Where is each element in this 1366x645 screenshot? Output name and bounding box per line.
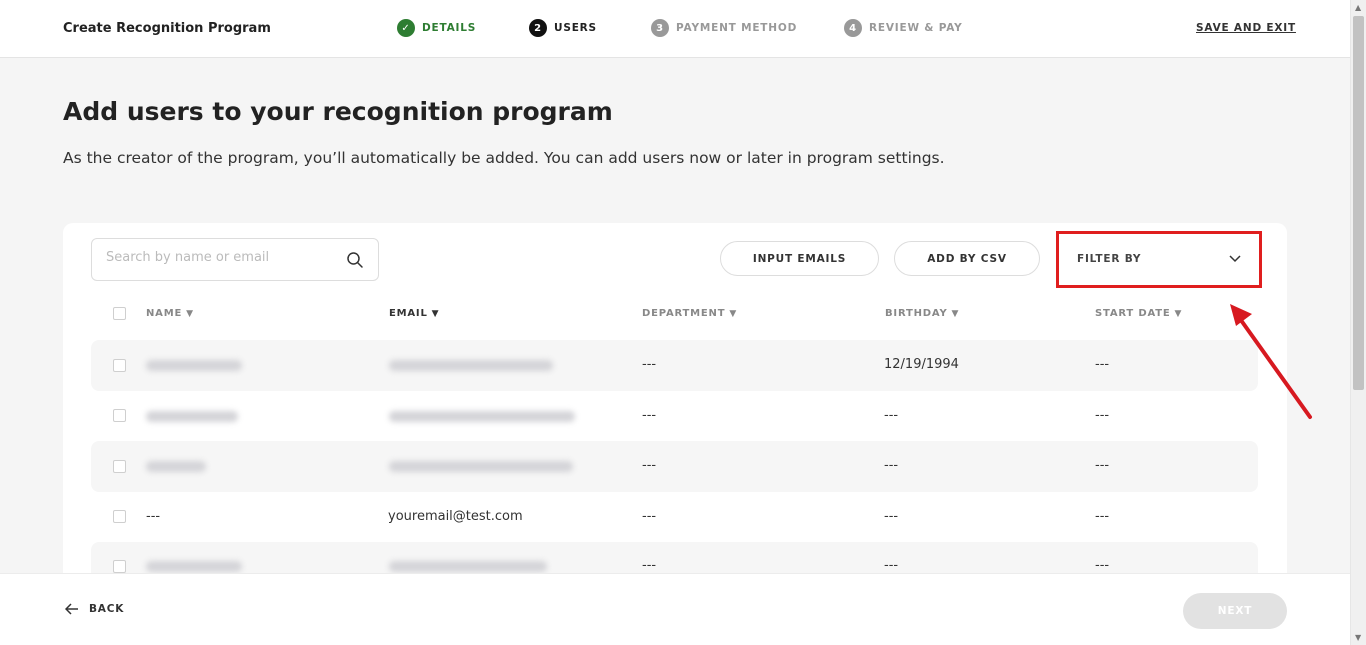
name-cell: --- (146, 509, 161, 524)
sort-caret-icon: ▼ (186, 308, 194, 319)
start-date-cell: --- (1095, 558, 1110, 573)
sort-caret-icon: ▼ (729, 308, 738, 319)
select-all-checkbox[interactable] (113, 307, 126, 320)
table-row[interactable] (91, 492, 1258, 543)
chevron-down-icon (1229, 255, 1241, 263)
page-title: Add users to your recognition program (63, 97, 613, 126)
table-row[interactable] (91, 340, 1258, 391)
annotation-arrow-icon (1230, 304, 1312, 419)
top-header: Create Recognition Program ✓ DETAILS 2 U… (0, 0, 1350, 58)
sort-caret-icon: ▼ (431, 308, 440, 319)
scroll-up-icon[interactable]: ▲ (1355, 3, 1361, 12)
department-cell: --- (642, 558, 657, 573)
birthday-cell: --- (884, 509, 899, 524)
scrollbar-thumb[interactable] (1353, 16, 1364, 390)
bottom-bar: BACK NEXT (0, 573, 1350, 645)
department-cell: --- (642, 458, 657, 473)
column-department-label: DEPARTMENT (642, 308, 726, 319)
step-review-label: REVIEW & PAY (869, 22, 963, 34)
back-label: BACK (89, 603, 125, 615)
sort-caret-icon: ▼ (1174, 308, 1183, 319)
row-checkbox[interactable] (113, 359, 126, 372)
birthday-cell: --- (884, 558, 899, 573)
users-card: INPUT EMAILS ADD BY CSV FILTER BY NAME▼ … (63, 223, 1287, 593)
filter-by-label: FILTER BY (1077, 253, 1142, 265)
step-users-label: USERS (554, 22, 597, 34)
column-email-label: EMAIL (389, 308, 428, 319)
column-start-date-header[interactable]: START DATE ▼ (1095, 308, 1182, 319)
start-date-cell: --- (1095, 458, 1110, 473)
filter-by-dropdown[interactable]: FILTER BY (1063, 237, 1257, 281)
page-subtitle: As the creator of the program, you’ll au… (63, 149, 945, 167)
step-number: 4 (844, 19, 862, 37)
app-title: Create Recognition Program (63, 21, 271, 36)
column-birthday-header[interactable]: BIRTHDAY ▼ (885, 308, 959, 319)
row-checkbox[interactable] (113, 409, 126, 422)
table-row[interactable] (91, 391, 1258, 442)
step-number: 2 (529, 19, 547, 37)
blurred-name (146, 411, 238, 422)
search-box[interactable] (91, 238, 379, 281)
step-payment-method: 3 PAYMENT METHOD (651, 19, 797, 37)
start-date-cell: --- (1095, 408, 1110, 423)
row-checkbox[interactable] (113, 560, 126, 573)
row-checkbox[interactable] (113, 460, 126, 473)
next-button[interactable]: NEXT (1183, 593, 1287, 629)
step-users[interactable]: 2 USERS (529, 19, 597, 37)
blurred-email (389, 360, 553, 371)
input-emails-button[interactable]: INPUT EMAILS (720, 241, 879, 276)
blurred-email (389, 461, 573, 472)
step-number: 3 (651, 19, 669, 37)
step-details-label: DETAILS (422, 22, 477, 34)
step-payment-label: PAYMENT METHOD (676, 22, 798, 34)
department-cell: --- (642, 408, 657, 423)
start-date-cell: --- (1095, 509, 1110, 524)
column-email-header[interactable]: EMAIL ▼ (389, 308, 439, 319)
column-start-date-label: START DATE (1095, 308, 1171, 319)
sort-caret-icon: ▼ (951, 308, 960, 319)
row-checkbox[interactable] (113, 510, 126, 523)
table-row[interactable] (91, 441, 1258, 492)
blurred-email (389, 411, 575, 422)
start-date-cell: --- (1095, 357, 1110, 372)
column-birthday-label: BIRTHDAY (885, 308, 948, 319)
page-scrollbar[interactable]: ▲ ▼ (1350, 0, 1366, 645)
birthday-cell: --- (884, 408, 899, 423)
add-by-csv-button[interactable]: ADD BY CSV (894, 241, 1040, 276)
check-icon: ✓ (397, 19, 415, 37)
department-cell: --- (642, 509, 657, 524)
blurred-name (146, 561, 242, 572)
department-cell: --- (642, 357, 657, 372)
step-review-pay: 4 REVIEW & PAY (844, 19, 963, 37)
step-details[interactable]: ✓ DETAILS (397, 19, 476, 37)
blurred-email (389, 561, 547, 572)
blurred-name (146, 461, 206, 472)
birthday-cell: 12/19/1994 (884, 357, 959, 372)
back-button[interactable]: BACK (65, 603, 124, 615)
blurred-name (146, 360, 242, 371)
column-name-label: NAME (146, 308, 183, 319)
column-department-header[interactable]: DEPARTMENT ▼ (642, 308, 737, 319)
column-name-header[interactable]: NAME ▼ (146, 308, 194, 319)
save-and-exit-link[interactable]: SAVE AND EXIT (1196, 22, 1296, 34)
arrow-left-icon (65, 603, 78, 615)
birthday-cell: --- (884, 458, 899, 473)
scroll-down-icon[interactable]: ▼ (1355, 633, 1361, 642)
email-cell: youremail@test.com (388, 509, 523, 524)
search-icon[interactable] (346, 251, 364, 269)
search-input[interactable] (106, 250, 336, 265)
